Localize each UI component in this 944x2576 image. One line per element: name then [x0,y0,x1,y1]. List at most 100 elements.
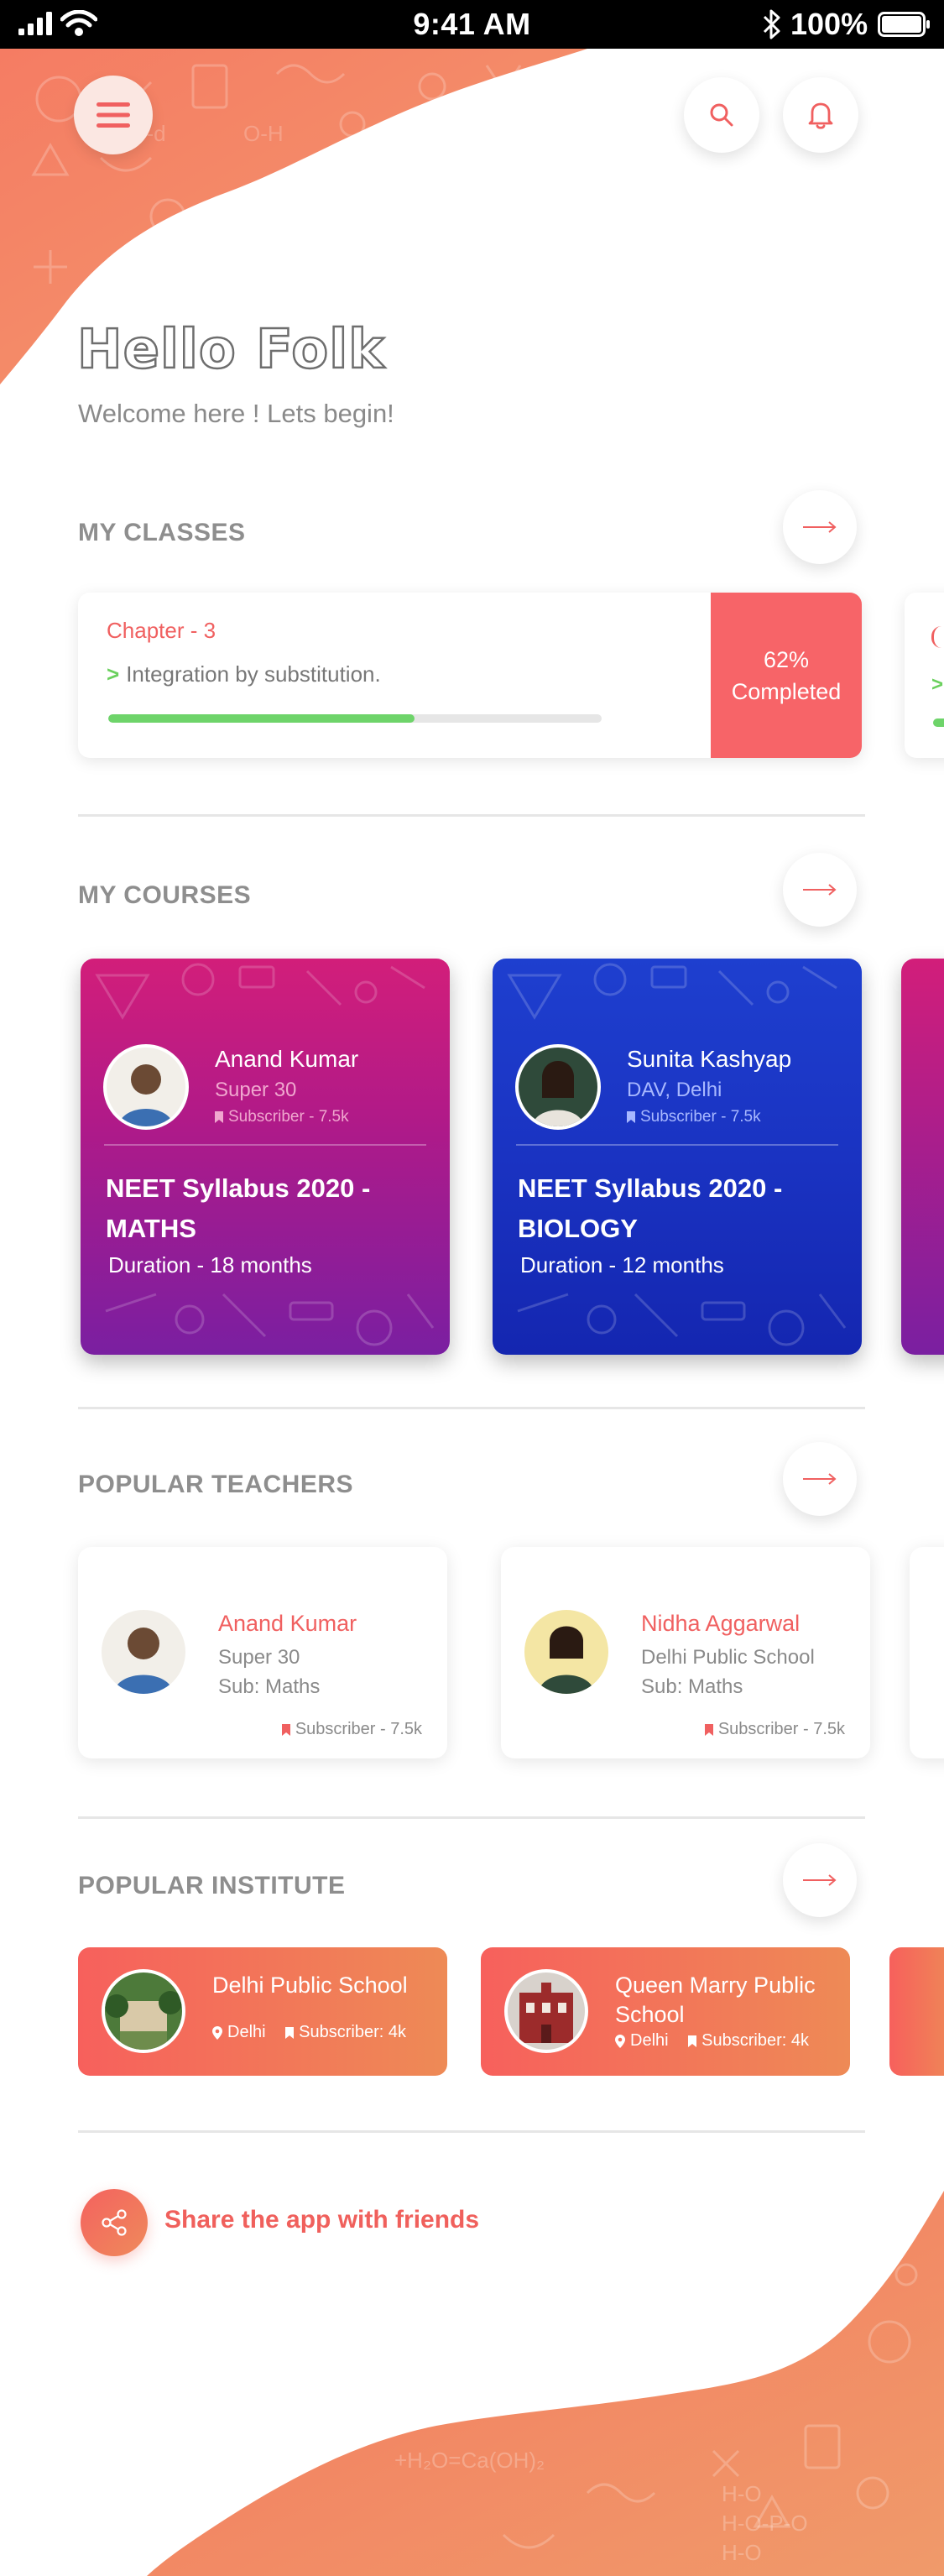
institute-card[interactable]: Delhi Public School Delhi Subscriber: 4k [78,1947,447,2076]
course-card[interactable]: Sunita Kashyap DAV, Delhi Subscriber - 7… [493,959,862,1355]
bluetooth-icon [763,9,780,39]
course-teacher-org: Super 30 [215,1079,297,1101]
bookmark-icon [281,1723,290,1736]
class-completion-badge: 62% Completed [711,593,862,758]
institute-name: Delhi Public School [212,1972,408,1998]
arrow-right-icon [803,884,837,896]
teacher-avatar [102,1610,185,1694]
arrow-right-icon [803,521,837,533]
bookmark-icon [704,1723,713,1736]
section-divider [78,2130,865,2133]
popular-institute-see-all-button[interactable] [783,1843,857,1917]
teacher-subscribers-text: Subscriber - 7.5k [295,1720,422,1738]
svg-text:H-O: H-O [722,2481,762,2506]
my-classes-see-all-button[interactable] [783,490,857,564]
course-subscribers-text: Subscriber - 7.5k [640,1108,761,1126]
course-divider [516,1144,838,1146]
bookmark-icon [688,2035,697,2047]
teacher-avatar [515,1044,601,1130]
svg-text:H-O-P-O: H-O-P-O [722,2511,808,2536]
welcome-text: Welcome here ! Lets begin! [78,399,394,428]
institute-card[interactable]: Queen Marry Public School Delhi Subscrib… [481,1947,850,2076]
institute-meta: Delhi Subscriber: 4k [212,2023,406,2042]
arrow-right-icon [803,1874,837,1886]
class-card-next-peek[interactable]: > [905,593,944,758]
battery-icon [878,12,930,37]
teacher-subscribers: Subscriber - 7.5k [704,1720,845,1739]
class-card[interactable]: Chapter - 3 > Integration by substitution… [78,593,862,758]
location-pin-icon [615,2034,625,2048]
svg-text:O-H: O-H [243,121,284,146]
teacher-subject: Sub: Maths [218,1675,321,1698]
course-teacher-name: Sunita Kashyap [627,1046,792,1072]
course-card[interactable]: Anand Kumar Super 30 Subscriber - 7.5k N… [81,959,450,1355]
section-divider [78,814,865,817]
institute-meta: Delhi Subscriber: 4k [615,2031,809,2051]
doodle-background [507,963,847,1346]
course-card-next-peek[interactable] [901,959,944,1355]
bookmark-icon [627,1110,635,1123]
location-pin-icon [212,2025,222,2040]
bookmark-icon [215,1110,223,1123]
popular-teachers-see-all-button[interactable] [783,1442,857,1516]
teacher-subscribers-text: Subscriber - 7.5k [717,1720,845,1738]
search-icon [710,103,733,127]
teacher-name: Anand Kumar [218,1611,357,1636]
course-duration: Duration - 18 months [108,1252,312,1278]
svg-text:(HO): (HO) [420,138,467,163]
section-divider [78,1407,865,1409]
battery-percent: 100% [790,7,868,41]
svg-text:H-O: H-O [722,2540,762,2565]
course-subscribers-text: Subscriber - 7.5k [228,1108,349,1126]
institute-photo [504,1969,588,2053]
share-button[interactable] [81,2189,148,2256]
teacher-org: Delhi Public School [641,1646,815,1669]
course-subscribers: Subscriber - 7.5k [215,1108,349,1126]
my-courses-see-all-button[interactable] [783,853,857,927]
class-chapter: Chapter - 3 [107,618,216,643]
class-progress-bar [108,714,602,723]
share-app-link[interactable]: Share the app with friends [164,2206,479,2234]
section-title-popular-institute: POPULAR INSTITUTE [78,1872,346,1899]
course-subscribers: Subscriber - 7.5k [627,1108,761,1126]
notifications-button[interactable] [783,77,858,153]
chevron-right-icon: > [107,661,120,687]
institute-name: Queen Marry Public School [615,1972,816,2027]
course-teacher-name: Anand Kumar [215,1046,359,1072]
teacher-subscribers: Subscriber - 7.5k [281,1720,422,1739]
svg-text:+H₂O=Ca(OH)₂: +H₂O=Ca(OH)₂ [394,2448,545,2473]
completion-label: Completed [731,678,842,704]
menu-button[interactable] [74,76,153,154]
teacher-avatar [524,1610,608,1694]
course-title: NEET Syllabus 2020 - MATHS [106,1173,371,1243]
teacher-name: Nidha Aggarwal [641,1611,801,1636]
course-divider [104,1144,426,1146]
search-button[interactable] [684,77,759,153]
institute-card-next-peek[interactable] [889,1947,944,2076]
institute-subscribers: Subscriber: 4k [701,2031,809,2050]
teacher-card-next-peek[interactable] [910,1547,944,1758]
bookmark-icon [285,2026,295,2039]
teacher-card[interactable]: Anand Kumar Super 30 Sub: Maths Subscrib… [78,1547,447,1758]
share-icon [102,2209,127,2236]
section-title-my-courses: MY COURSES [78,881,252,909]
teacher-subject: Sub: Maths [641,1675,743,1698]
status-bar: 9:41 AM 100% [0,0,944,49]
class-progress-fill [108,714,415,723]
section-divider [78,1816,865,1819]
teacher-card[interactable]: Nidha Aggarwal Delhi Public School Sub: … [501,1547,870,1758]
bell-icon [808,102,833,129]
institute-subscribers: Subscriber: 4k [299,2023,406,2041]
institute-location: Delhi [227,2023,266,2041]
class-topic-text: Integration by substitution. [126,661,381,687]
class-topic: > Integration by substitution. [107,661,381,687]
completion-percent: 62% [763,646,810,672]
section-title-popular-teachers: POPULAR TEACHERS [78,1471,354,1498]
menu-icon [96,102,130,128]
teacher-avatar [103,1044,189,1130]
course-teacher-org: DAV, Delhi [627,1079,722,1101]
section-title-my-classes: MY CLASSES [78,519,246,546]
course-title: NEET Syllabus 2020 - BIOLOGY [518,1173,783,1243]
greeting-title: Hello Folk [76,318,385,383]
institute-photo [102,1969,185,2053]
